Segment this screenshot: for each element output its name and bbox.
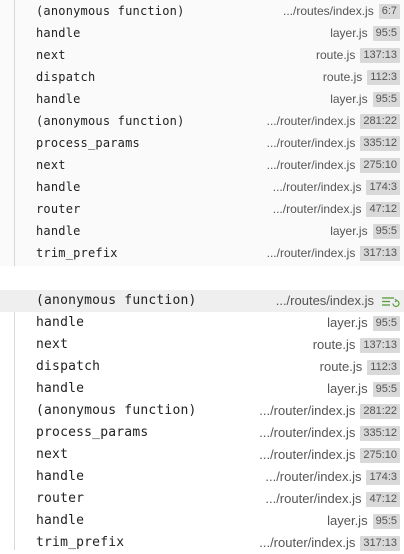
- frame-file-link[interactable]: .../router/index.js: [265, 488, 361, 510]
- frame-function-name: dispatch: [36, 70, 96, 84]
- frame-position-badge: 137:13: [360, 337, 400, 353]
- frame-function-name: (anonymous function): [36, 403, 197, 418]
- step-list-icon[interactable]: [380, 294, 400, 309]
- frame-file-link[interactable]: .../router/index.js: [273, 176, 362, 198]
- frame-file-link[interactable]: layer.js: [330, 88, 367, 110]
- stack-frame[interactable]: trim_prefix .../router/index.js 317:13: [0, 532, 404, 554]
- stack-frame[interactable]: next .../router/index.js 275:10: [0, 444, 404, 466]
- frame-file-link[interactable]: .../routes/index.js: [283, 0, 374, 22]
- frame-function-name: (anonymous function): [36, 4, 185, 18]
- stack-frame[interactable]: next .../router/index.js 275:10: [0, 154, 404, 176]
- frame-file-link[interactable]: route.js: [316, 44, 355, 66]
- frame-function-name: process_params: [36, 136, 140, 150]
- frame-position-badge: 95:5: [372, 315, 400, 331]
- frame-position-badge: 95:5: [372, 91, 400, 107]
- stack-frame[interactable]: router .../router/index.js 47:12: [0, 488, 404, 510]
- frame-file-link[interactable]: route.js: [323, 66, 362, 88]
- frame-file-link[interactable]: .../router/index.js: [267, 132, 356, 154]
- frame-function-name: handle: [36, 180, 81, 194]
- frame-function-name: process_params: [36, 425, 149, 440]
- frame-file-link[interactable]: layer.js: [327, 378, 367, 400]
- frame-position-badge: 137:13: [360, 47, 400, 63]
- call-stack-panel-bottom: (anonymous function) .../routes/index.js …: [0, 290, 404, 551]
- frame-position-badge: 95:5: [372, 513, 400, 529]
- frame-function-name: handle: [36, 381, 85, 396]
- frame-function-name: trim_prefix: [36, 535, 125, 550]
- stack-frame[interactable]: handle layer.js 95:5: [0, 88, 404, 110]
- frame-file-link[interactable]: .../router/index.js: [259, 400, 355, 422]
- frame-function-name: router: [36, 202, 81, 216]
- frame-file-link[interactable]: .../router/index.js: [259, 422, 355, 444]
- frame-file-link[interactable]: .../router/index.js: [267, 154, 356, 176]
- frame-function-name: handle: [36, 315, 85, 330]
- panel-divider: [0, 266, 404, 290]
- stack-frame[interactable]: handle layer.js 95:5: [0, 220, 404, 242]
- frame-function-name: next: [36, 337, 69, 352]
- frame-file-link[interactable]: .../router/index.js: [259, 532, 355, 554]
- frame-position-badge: 47:12: [366, 491, 400, 507]
- stack-frame[interactable]: next route.js 137:13: [0, 334, 404, 356]
- frame-position-badge: 95:5: [372, 223, 400, 239]
- frame-file-link[interactable]: layer.js: [330, 220, 367, 242]
- frame-position-badge: 47:12: [366, 201, 400, 217]
- frame-position-badge: 95:5: [372, 381, 400, 397]
- frame-position-badge: 95:5: [372, 25, 400, 41]
- frame-file-link[interactable]: .../router/index.js: [259, 444, 355, 466]
- stack-frame[interactable]: dispatch route.js 112:3: [0, 66, 404, 88]
- stack-frame[interactable]: (anonymous function) .../routes/index.js 6…: [0, 0, 404, 22]
- frame-function-name: dispatch: [36, 359, 101, 374]
- frame-position-badge: 335:12: [360, 425, 400, 441]
- stack-frame[interactable]: process_params .../router/index.js 335:12: [0, 422, 404, 444]
- stack-frame[interactable]: trim_prefix .../router/index.js 317:13: [0, 242, 404, 264]
- frame-position-badge: 317:13: [360, 535, 400, 551]
- frame-file-link[interactable]: layer.js: [327, 510, 367, 532]
- frame-file-link[interactable]: .../router/index.js: [267, 242, 356, 264]
- frame-function-name: next: [36, 447, 69, 462]
- frame-file-link[interactable]: route.js: [320, 356, 363, 378]
- stack-frame[interactable]: handle layer.js 95:5: [0, 378, 404, 400]
- frame-function-name: handle: [36, 92, 81, 106]
- frame-function-name: handle: [36, 224, 81, 238]
- stack-frame[interactable]: handle layer.js 95:5: [0, 312, 404, 334]
- stack-frame[interactable]: process_params .../router/index.js 335:12: [0, 132, 404, 154]
- frame-position-badge: 174:3: [366, 469, 400, 485]
- frame-file-link[interactable]: .../routes/index.js: [276, 290, 374, 312]
- frame-position-badge: 6:7: [378, 3, 400, 19]
- stack-frame-selected[interactable]: (anonymous function) .../routes/index.js: [0, 290, 404, 312]
- frame-file-link[interactable]: .../router/index.js: [265, 466, 361, 488]
- frame-function-name: next: [36, 48, 66, 62]
- frame-position-badge: 281:22: [360, 113, 400, 129]
- stack-frame[interactable]: (anonymous function) .../router/index.js 2…: [0, 400, 404, 422]
- frame-function-name: (anonymous function): [36, 114, 185, 128]
- stack-frame[interactable]: handle layer.js 95:5: [0, 510, 404, 532]
- stack-frame[interactable]: handle .../router/index.js 174:3: [0, 466, 404, 488]
- frame-position-badge: 335:12: [360, 135, 400, 151]
- frame-function-name: handle: [36, 469, 85, 484]
- frame-file-link[interactable]: layer.js: [330, 22, 367, 44]
- frame-position-badge: 112:3: [367, 69, 400, 85]
- stack-frame[interactable]: next route.js 137:13: [0, 44, 404, 66]
- frame-file-link[interactable]: layer.js: [327, 312, 367, 334]
- stack-frame[interactable]: dispatch route.js 112:3: [0, 356, 404, 378]
- frame-function-name: trim_prefix: [36, 246, 118, 260]
- frame-file-link[interactable]: .../router/index.js: [273, 198, 362, 220]
- stack-frame[interactable]: handle layer.js 95:5: [0, 22, 404, 44]
- stack-frame[interactable]: handle .../router/index.js 174:3: [0, 176, 404, 198]
- call-stack-panel-top: (anonymous function) .../routes/index.js 6…: [0, 0, 404, 266]
- frame-position-badge: 275:10: [360, 157, 400, 173]
- frame-file-link[interactable]: .../router/index.js: [267, 110, 356, 132]
- frame-position-badge: 317:13: [360, 245, 400, 261]
- frame-position-badge: 281:22: [360, 403, 400, 419]
- frame-position-badge: 112:3: [367, 359, 400, 375]
- frame-function-name: handle: [36, 26, 81, 40]
- frame-function-name: next: [36, 158, 66, 172]
- frame-function-name: router: [36, 491, 85, 506]
- stack-frame[interactable]: router .../router/index.js 47:12: [0, 198, 404, 220]
- frame-function-name: (anonymous function): [36, 293, 197, 308]
- frame-function-name: handle: [36, 513, 85, 528]
- frame-position-badge: 275:10: [360, 447, 400, 463]
- stack-frame[interactable]: (anonymous function) .../router/index.js 2…: [0, 110, 404, 132]
- frame-position-badge: 174:3: [366, 179, 400, 195]
- frame-file-link[interactable]: route.js: [313, 334, 356, 356]
